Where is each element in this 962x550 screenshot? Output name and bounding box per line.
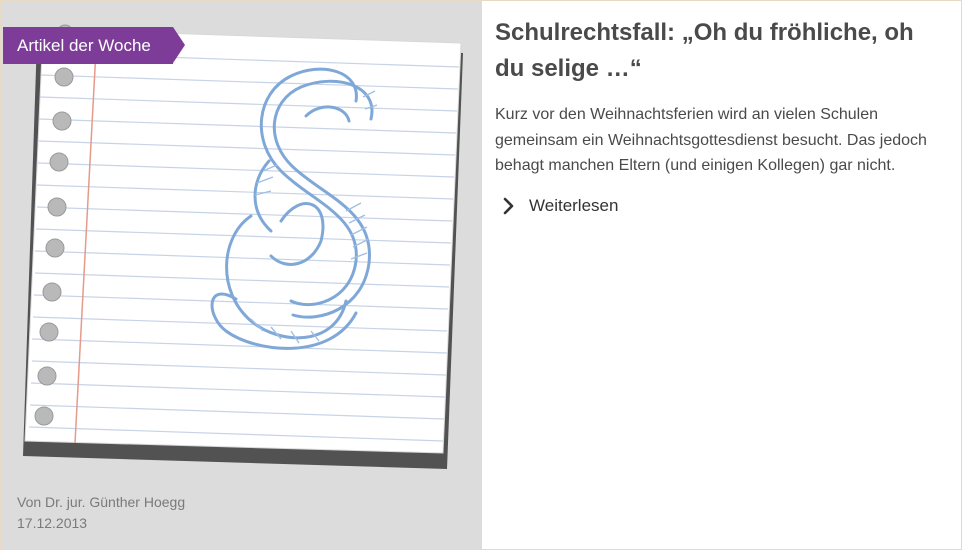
article-byline: Von Dr. jur. Günther Hoegg 17.12.2013 (17, 492, 185, 534)
article-teaser: Kurz vor den Weihnachtsferien wird an vi… (495, 106, 927, 174)
publish-date: 17.12.2013 (17, 515, 88, 531)
read-more-label: Weiterlesen (529, 195, 619, 215)
author-name: Von Dr. jur. Günther Hoegg (17, 494, 186, 510)
article-text-panel: Schulrechtsfall: „Oh du fröhliche, oh du… (495, 15, 945, 216)
badge-label: Artikel der Woche (17, 36, 151, 55)
paragraph-notepad-illustration (23, 24, 463, 469)
article-image-panel[interactable]: Artikel der Woche Von Dr. jur. Günther H… (1, 1, 482, 549)
article-title[interactable]: Schulrechtsfall: „Oh du fröhliche, oh du… (495, 15, 945, 87)
article-card: Artikel der Woche Von Dr. jur. Günther H… (0, 0, 962, 550)
chevron-right-icon (503, 197, 514, 214)
read-more-link[interactable]: Weiterlesen (495, 196, 945, 216)
article-of-the-week-badge: Artikel der Woche (3, 27, 185, 64)
